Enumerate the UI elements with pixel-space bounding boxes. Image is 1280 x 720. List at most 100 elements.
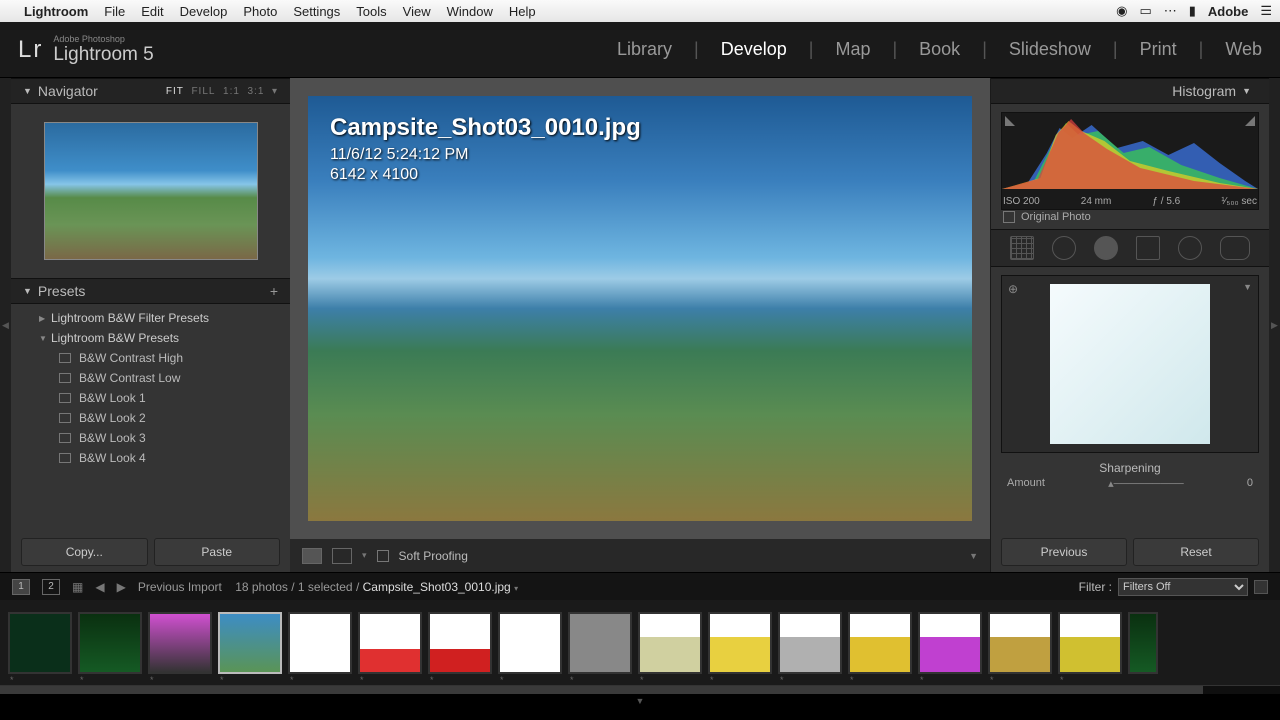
- thumbnail[interactable]: *: [428, 612, 492, 674]
- grid-view-icon[interactable]: ▦: [72, 580, 83, 594]
- spot-removal-tool-icon[interactable]: [1052, 236, 1076, 260]
- thumbnail[interactable]: *: [1058, 612, 1122, 674]
- target-icon[interactable]: ⊕: [1008, 282, 1018, 296]
- thumbnail[interactable]: *: [498, 612, 562, 674]
- zoom-fill[interactable]: FILL: [191, 86, 215, 97]
- thumbnail[interactable]: *: [708, 612, 772, 674]
- chevron-down-icon[interactable]: ▼: [1243, 282, 1252, 292]
- reset-button[interactable]: Reset: [1133, 538, 1259, 566]
- adjustment-brush-tool-icon[interactable]: [1220, 236, 1250, 260]
- thumbnail[interactable]: *: [8, 612, 72, 674]
- filmstrip-scrollbar[interactable]: [0, 685, 1280, 694]
- menu-window[interactable]: Window: [447, 4, 493, 19]
- amount-value[interactable]: 0: [1247, 477, 1253, 490]
- module-map[interactable]: Map: [835, 39, 870, 60]
- filename-dropdown-icon[interactable]: ▾: [514, 584, 518, 593]
- second-window-button[interactable]: 2: [42, 579, 60, 595]
- add-preset-icon[interactable]: +: [270, 283, 278, 299]
- module-book[interactable]: Book: [919, 39, 960, 60]
- current-filename[interactable]: Campsite_Shot03_0010.jpg: [363, 580, 511, 594]
- filter-dropdown[interactable]: Filters Off: [1118, 578, 1248, 596]
- zoom-fit[interactable]: FIT: [166, 86, 184, 97]
- paste-settings-button[interactable]: Paste: [154, 538, 281, 566]
- before-after-icon[interactable]: [332, 548, 352, 564]
- preset-item[interactable]: B&W Look 1: [11, 388, 290, 408]
- navigator-header[interactable]: ▼ Navigator FIT FILL 1:1 3:1 ▾: [11, 78, 290, 104]
- right-panel-collapse[interactable]: ▶: [1269, 78, 1280, 572]
- thumbnail[interactable]: *: [988, 612, 1052, 674]
- soft-proofing-checkbox[interactable]: [377, 550, 389, 562]
- loupe-view-icon[interactable]: [302, 548, 322, 564]
- histogram-header[interactable]: Histogram ▼: [991, 78, 1269, 104]
- menu-file[interactable]: File: [104, 4, 125, 19]
- graduated-filter-tool-icon[interactable]: [1136, 236, 1160, 260]
- thumbnail[interactable]: *: [78, 612, 142, 674]
- filmstrip[interactable]: * * * * * * * * * * * * * * * *: [0, 600, 1280, 685]
- menu-settings[interactable]: Settings: [293, 4, 340, 19]
- detail-preview[interactable]: ⊕ ▼: [1001, 275, 1259, 453]
- thumbnail[interactable]: *: [848, 612, 912, 674]
- preset-icon: [59, 433, 71, 443]
- zoom-1to1[interactable]: 1:1: [223, 86, 240, 97]
- menu-edit[interactable]: Edit: [141, 4, 163, 19]
- preset-item[interactable]: B&W Contrast Low: [11, 368, 290, 388]
- previous-button[interactable]: Previous: [1001, 538, 1127, 566]
- preset-item[interactable]: B&W Look 3: [11, 428, 290, 448]
- main-window-button[interactable]: 1: [12, 579, 30, 595]
- thumbnail[interactable]: *: [918, 612, 982, 674]
- thumbnail[interactable]: *: [638, 612, 702, 674]
- notifications-icon[interactable]: ▮: [1189, 3, 1196, 19]
- thumbnail[interactable]: *: [568, 612, 632, 674]
- prev-photo-icon[interactable]: ◀: [95, 580, 104, 594]
- preset-item[interactable]: B&W Look 4: [11, 448, 290, 468]
- crop-tool-icon[interactable]: [1010, 236, 1034, 260]
- thumbnail[interactable]: *: [778, 612, 842, 674]
- display-icon[interactable]: ▭: [1139, 3, 1151, 19]
- zoom-3to1[interactable]: 3:1: [248, 86, 265, 97]
- menu-develop[interactable]: Develop: [180, 4, 228, 19]
- bottom-panel-collapse[interactable]: ▼: [0, 694, 1280, 708]
- module-picker: Library| Develop| Map| Book| Slideshow| …: [617, 39, 1262, 60]
- redeye-tool-icon[interactable]: [1094, 236, 1118, 260]
- shadow-clipping-icon[interactable]: [1005, 116, 1015, 126]
- navigator-preview[interactable]: [44, 122, 258, 260]
- module-print[interactable]: Print: [1140, 39, 1177, 60]
- thumbnail[interactable]: *: [358, 612, 422, 674]
- menu-tools[interactable]: Tools: [356, 4, 386, 19]
- radial-filter-tool-icon[interactable]: [1178, 236, 1202, 260]
- more-icon[interactable]: ⋯: [1164, 3, 1177, 19]
- thumbnail[interactable]: *: [148, 612, 212, 674]
- presets-header[interactable]: ▼ Presets +: [11, 278, 290, 304]
- list-icon[interactable]: ☰: [1260, 3, 1272, 19]
- module-slideshow[interactable]: Slideshow: [1009, 39, 1091, 60]
- preset-group[interactable]: ▼Lightroom B&W Presets: [11, 328, 290, 348]
- main-image[interactable]: Campsite_Shot03_0010.jpg 11/6/12 5:24:12…: [308, 96, 972, 521]
- menu-help[interactable]: Help: [509, 4, 536, 19]
- source-label[interactable]: Previous Import: [138, 580, 222, 594]
- app-menu[interactable]: Lightroom: [24, 4, 88, 19]
- amount-slider-icon[interactable]: ▴─────────: [1108, 477, 1184, 490]
- copy-settings-button[interactable]: Copy...: [21, 538, 148, 566]
- thumbnail[interactable]: *: [288, 612, 352, 674]
- cc-sync-icon[interactable]: ◉: [1116, 3, 1127, 19]
- preset-item[interactable]: B&W Contrast High: [11, 348, 290, 368]
- menu-photo[interactable]: Photo: [243, 4, 277, 19]
- before-after-dropdown-icon[interactable]: ▾: [362, 550, 367, 561]
- module-library[interactable]: Library: [617, 39, 672, 60]
- next-photo-icon[interactable]: ▶: [117, 580, 126, 594]
- zoom-dropdown-icon[interactable]: ▾: [272, 86, 278, 97]
- preset-icon: [59, 393, 71, 403]
- highlight-clipping-icon[interactable]: [1245, 116, 1255, 126]
- toolbar-dropdown-icon[interactable]: ▼: [969, 551, 978, 561]
- module-develop[interactable]: Develop: [721, 39, 787, 60]
- filter-lock-icon[interactable]: [1254, 580, 1268, 594]
- menu-view[interactable]: View: [403, 4, 431, 19]
- thumbnail-selected[interactable]: *: [218, 612, 282, 674]
- right-panel: Histogram ▼ ISO 200 24 mm ƒ / 5.6 ¹⁄₅₀₀ …: [990, 78, 1269, 572]
- preset-group[interactable]: ▶Lightroom B&W Filter Presets: [11, 308, 290, 328]
- module-web[interactable]: Web: [1225, 39, 1262, 60]
- preset-item[interactable]: B&W Look 2: [11, 408, 290, 428]
- thumbnail[interactable]: [1128, 612, 1158, 674]
- left-panel-collapse[interactable]: ◀: [0, 78, 11, 572]
- original-photo-checkbox[interactable]: [1003, 211, 1015, 223]
